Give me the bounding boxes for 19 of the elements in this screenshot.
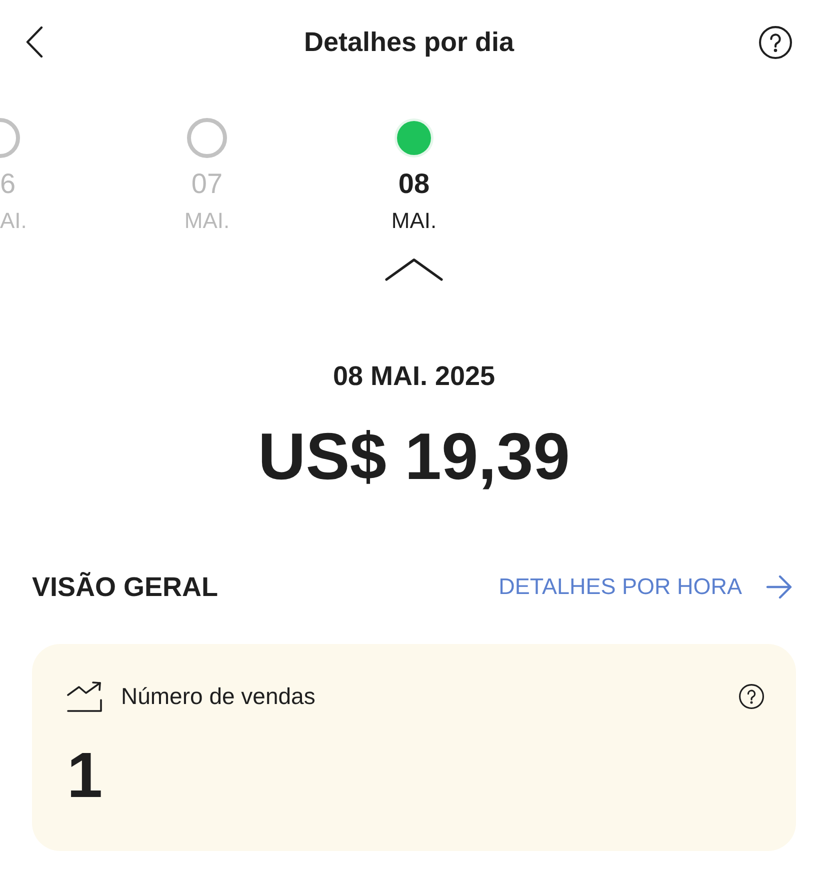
back-icon[interactable] [26,26,43,58]
help-icon[interactable] [759,26,792,58]
ring-icon [186,118,227,158]
metric-label: Número de vendas [121,682,316,710]
metric-value: 1 [67,738,103,812]
date-label: 08 MAI. 2025 [332,360,496,392]
page-title: Detalhes por dia [304,26,514,58]
trend-chart-icon [67,680,102,712]
ring-icon [0,118,20,158]
hourly-details-link[interactable]: DETALHES POR HORA [498,571,792,603]
total-amount: US$ 19,39 [258,418,570,494]
chevron-up-icon [385,258,443,281]
day-button[interactable]: 08 MAI. [391,118,437,234]
section-title: VISÃO GERAL [32,571,218,603]
day-button[interactable]: 6 AI. [0,118,27,234]
day-button[interactable]: 07 MAI. [184,118,230,234]
help-icon[interactable] [739,684,764,708]
filled-dot-icon [394,118,434,158]
arrow-right-icon [766,575,792,599]
